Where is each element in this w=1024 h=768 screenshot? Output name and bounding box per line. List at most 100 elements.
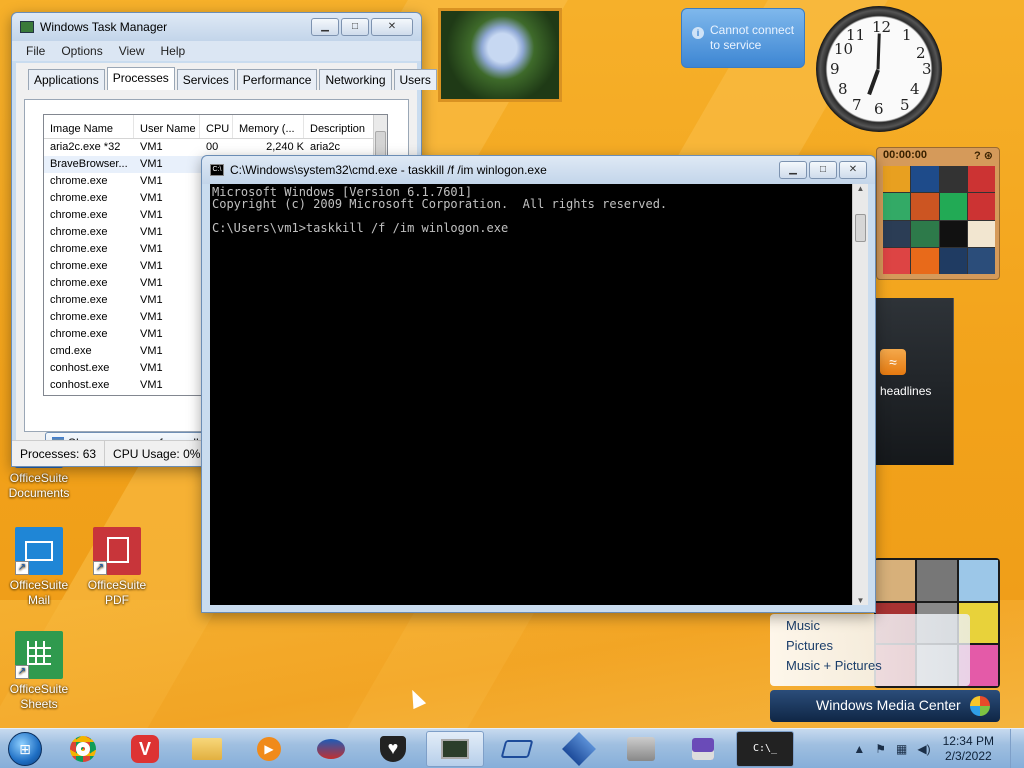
scroll-down-icon[interactable]: ▼ [853, 596, 868, 605]
tab-performance[interactable]: Performance [236, 69, 318, 90]
column-image-name[interactable]: Image Name [44, 115, 134, 138]
menu-view[interactable]: View [119, 44, 145, 58]
show-hidden-icons-icon[interactable]: ▲ [853, 742, 865, 756]
cell-image-name: chrome.exe [50, 243, 108, 255]
taskbar-explorer[interactable] [178, 731, 236, 767]
cell-image-name: BraveBrowser... [50, 158, 128, 170]
cmd-icon: C:\ [210, 164, 224, 176]
task-manager-icon [20, 21, 34, 33]
taskbar-app-card[interactable] [488, 731, 546, 767]
media-center-bar[interactable]: Windows Media Center [770, 690, 1000, 722]
taskbar-task-manager[interactable] [426, 730, 484, 767]
cell-user-name: VM1 [140, 277, 163, 289]
clock-gadget: 12 1 2 3 4 5 6 7 8 9 10 11 [816, 6, 942, 132]
cell-user-name: VM1 [140, 260, 163, 272]
cell-image-name: chrome.exe [50, 226, 108, 238]
cell-cpu: 00 [206, 141, 219, 153]
taskbar-cmd[interactable]: C:\_ [736, 730, 794, 767]
cell-user-name: VM1 [140, 362, 163, 374]
cell-image-name: chrome.exe [50, 209, 108, 221]
tab-services[interactable]: Services [176, 69, 235, 90]
cell-image-name: conhost.exe [50, 362, 110, 374]
action-center-flag-icon[interactable]: ⚑ [875, 742, 886, 756]
tools-icon [627, 736, 655, 761]
desktop-background: OfficeSuite Documents ↗ OfficeSuite Mail… [0, 0, 1024, 728]
console-line: Copyright (c) 2009 Microsoft Corporation… [212, 197, 668, 211]
cell-image-name: chrome.exe [50, 277, 108, 289]
puzzle-controls-icon[interactable]: ? ⊛ [974, 149, 993, 162]
cell-image-name: chrome.exe [50, 311, 108, 323]
feed-headlines-gadget[interactable]: ≈ headlines [876, 298, 954, 465]
cmd-window[interactable]: C:\ C:\Windows\system32\cmd.exe - taskki… [201, 155, 876, 613]
table-header: Image Name User Name CPU Memory (... Des… [44, 115, 387, 139]
taskbar-virtualbox[interactable] [550, 731, 608, 767]
tab-processes[interactable]: Processes [106, 67, 175, 90]
slideshow-gadget[interactable] [438, 8, 562, 102]
taskbar-chrome[interactable] [54, 731, 112, 767]
desktop-icon-label: OfficeSuite PDF [87, 578, 147, 607]
taskbar-media-player[interactable]: ▶ [240, 731, 298, 767]
pdf-doc-shape [107, 537, 129, 563]
column-description[interactable]: Description [304, 115, 374, 138]
desktop-icon-officesuite-pdf[interactable]: ↗ OfficeSuite PDF [79, 527, 155, 608]
minimize-button[interactable]: ▁ [779, 161, 807, 179]
taskbar-app-disk[interactable] [674, 731, 732, 767]
box-icon [562, 731, 596, 766]
puzzle-timer: 00:00:00 [883, 149, 928, 161]
volume-icon[interactable]: ◀) [917, 742, 930, 756]
scrollbar-thumb[interactable] [855, 214, 866, 242]
minimize-button[interactable]: ▁ [311, 18, 339, 36]
task-manager-titlebar[interactable]: Windows Task Manager ▁ □ ✕ [12, 13, 421, 41]
maximize-button[interactable]: □ [341, 18, 369, 36]
taskbar-app-shield[interactable]: ♥ [364, 731, 422, 767]
menu-help[interactable]: Help [161, 44, 186, 58]
window-title: Windows Task Manager [40, 20, 168, 34]
desktop-icon-label: OfficeSuite Sheets [9, 682, 69, 711]
menu-item-music[interactable]: Music [786, 618, 970, 638]
cell-user-name: VM1 [140, 243, 163, 255]
tab-users[interactable]: Users [393, 69, 437, 90]
close-button[interactable]: ✕ [839, 161, 867, 179]
show-desktop-button[interactable] [1010, 729, 1024, 768]
cell-image-name: chrome.exe [50, 328, 108, 340]
bird-icon [317, 738, 345, 759]
desktop-icon-officesuite-sheets[interactable]: ↗ OfficeSuite Sheets [1, 631, 77, 712]
cell-user-name: VM1 [140, 175, 163, 187]
picture-puzzle-gadget[interactable]: 00:00:00 ? ⊛ [876, 147, 1000, 280]
network-icon[interactable]: ▦ [896, 742, 907, 756]
console-scrollbar[interactable]: ▲ ▼ [852, 184, 868, 605]
maximize-button[interactable]: □ [809, 161, 837, 179]
column-cpu[interactable]: CPU [200, 115, 233, 138]
shortcut-arrow-icon: ↗ [15, 561, 29, 575]
desktop-icon-officesuite-mail[interactable]: ↗ OfficeSuite Mail [1, 527, 77, 608]
sheets-icon: ↗ [15, 631, 63, 679]
taskbar-app-tools[interactable] [612, 731, 670, 767]
media-center-menu: Music Pictures Music + Pictures [770, 614, 970, 686]
puzzle-grid[interactable] [883, 166, 995, 274]
menu-item-pictures[interactable]: Pictures [786, 638, 970, 658]
windows-orb-icon: ⊞ [8, 731, 42, 766]
table-row[interactable]: aria2c.exe *32 VM1 00 2,240 K aria2c [44, 139, 387, 156]
notification-area: ▲ ⚑ ▦ ◀) 12:34 PM 2/3/2022 [843, 729, 1024, 768]
tab-strip: Applications Processes Services Performa… [16, 63, 437, 90]
status-cpu-usage: CPU Usage: 0% [105, 441, 210, 466]
tab-applications[interactable]: Applications [28, 69, 105, 90]
close-button[interactable]: ✕ [371, 18, 413, 36]
tab-networking[interactable]: Networking [319, 69, 392, 90]
console-output[interactable]: Microsoft Windows [Version 6.1.7601] Copy… [210, 184, 852, 605]
column-user-name[interactable]: User Name [134, 115, 200, 138]
column-memory[interactable]: Memory (... [233, 115, 304, 138]
cmd-titlebar[interactable]: C:\ C:\Windows\system32\cmd.exe - taskki… [202, 156, 875, 184]
taskbar-app-bird[interactable] [302, 731, 360, 767]
folder-icon [192, 737, 222, 760]
taskbar-vivaldi[interactable]: V [116, 731, 174, 767]
taskbar-clock[interactable]: 12:34 PM 2/3/2022 [943, 734, 994, 764]
menu-item-music-pictures[interactable]: Music + Pictures [786, 658, 970, 678]
menu-file[interactable]: File [26, 44, 45, 58]
cell-description: aria2c [310, 141, 340, 153]
minute-hand [876, 33, 881, 70]
scroll-up-icon[interactable]: ▲ [853, 184, 868, 193]
weather-gadget[interactable]: i Cannot connect to service [681, 8, 805, 68]
menu-options[interactable]: Options [61, 44, 102, 58]
start-button[interactable]: ⊞ [0, 729, 50, 768]
